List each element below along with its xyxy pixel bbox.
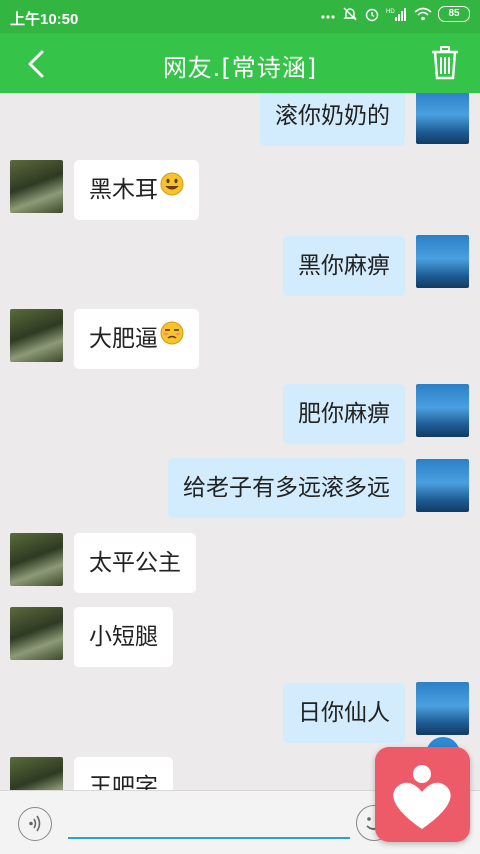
delete-button[interactable]	[428, 45, 462, 81]
status-bar: 上午10:50 HD 85	[0, 0, 480, 33]
heart-person-icon	[393, 765, 451, 829]
more-dots-icon	[320, 7, 336, 21]
message-text: 黑木耳	[89, 177, 158, 203]
message-input[interactable]	[68, 805, 350, 839]
message-bubble-sent[interactable]: 给老子有多远滚多远	[168, 458, 405, 518]
my-avatar[interactable]	[416, 93, 469, 144]
voice-button[interactable]	[18, 807, 52, 841]
friend-avatar[interactable]	[10, 160, 63, 213]
friend-avatar[interactable]	[10, 607, 63, 660]
my-avatar[interactable]	[416, 384, 469, 437]
trash-icon	[432, 46, 458, 80]
unamused-emoji-icon	[160, 308, 184, 368]
battery-indicator: 85	[438, 6, 470, 22]
friend-avatar[interactable]	[10, 533, 63, 586]
message-bubble-sent[interactable]: 日你仙人	[283, 683, 405, 743]
wifi-icon	[414, 7, 432, 21]
title-bar: 网友.[常诗涵]	[0, 33, 480, 93]
message-bubble-received[interactable]: 黑木耳	[74, 160, 199, 220]
message-bubble-received[interactable]: 小短腿	[74, 607, 173, 667]
message-bubble-received[interactable]: 王吧字	[74, 757, 173, 790]
message-bubble-sent[interactable]: 黑你麻痹	[283, 236, 405, 296]
chat-title: 网友.[常诗涵]	[162, 54, 318, 82]
friend-avatar[interactable]	[10, 309, 63, 362]
status-icons: HD 85	[320, 6, 470, 22]
alarm-icon	[364, 6, 380, 22]
message-bubble-sent[interactable]: 滚你奶奶的	[260, 93, 405, 146]
voice-icon	[29, 815, 41, 832]
smile-emoji-icon	[160, 159, 184, 219]
mute-bell-icon	[342, 6, 358, 22]
message-bubble-sent[interactable]: 肥你麻痹	[283, 384, 405, 444]
status-time: 上午10:50	[10, 11, 79, 28]
floating-heart-button[interactable]	[375, 747, 470, 842]
my-avatar[interactable]	[416, 235, 469, 288]
message-bubble-received[interactable]: 大肥逼	[74, 309, 199, 369]
my-avatar[interactable]	[416, 682, 469, 735]
message-bubble-received[interactable]: 太平公主	[74, 533, 196, 593]
friend-avatar[interactable]	[10, 757, 63, 790]
message-text: 大肥逼	[89, 326, 158, 352]
chat-messages[interactable]: 滚你奶奶的 黑木耳 黑你麻痹 大肥逼 肥你麻痹 给老子有多远滚多远 太平公主 小…	[0, 93, 480, 790]
my-avatar[interactable]	[416, 459, 469, 512]
signal-icon: HD	[386, 6, 408, 22]
signal-hd-label: HD	[386, 9, 395, 15]
